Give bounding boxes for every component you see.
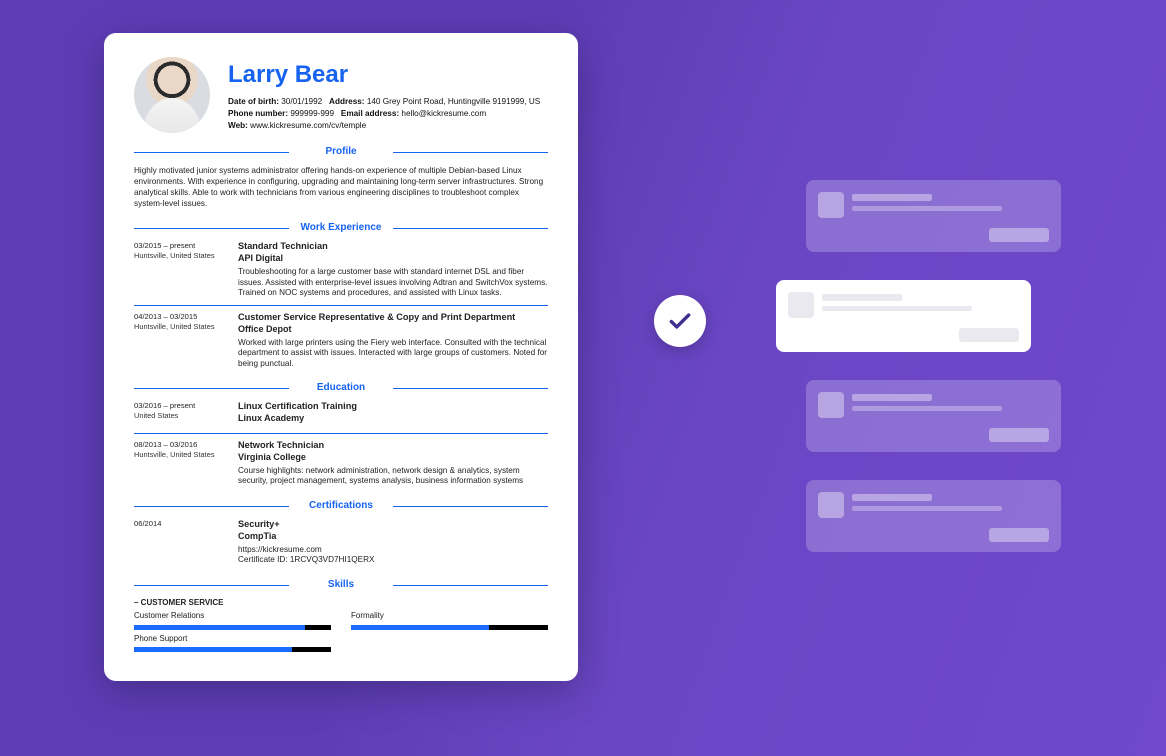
entry-company: API Digital <box>238 253 548 265</box>
entry-desc: Course highlights: network administratio… <box>238 466 548 487</box>
entry-title: Linux Certification Training <box>238 401 548 413</box>
entry-dates: 06/2014 <box>134 519 226 529</box>
entry-company: Office Depot <box>238 324 548 336</box>
selection-check-badge <box>654 295 706 347</box>
entry-location: Huntsville, United States <box>134 322 226 332</box>
entry-row: 06/2014 Security+CompTia https://kickresum… <box>134 519 548 566</box>
skill-item: Formality <box>351 611 548 629</box>
entry-company: CompTia <box>238 531 548 543</box>
entry-location: United States <box>134 411 226 421</box>
candidate-card[interactable] <box>806 380 1061 452</box>
section-profile: Profile <box>134 145 548 158</box>
entry-desc: https://kickresume.com <box>238 545 548 556</box>
entry-extra: Certificate ID: 1RCVQ3VD7HI1QERX <box>238 555 548 566</box>
candidate-card[interactable] <box>806 480 1061 552</box>
skill-bar <box>351 625 548 630</box>
skill-item: Customer Relations <box>134 611 331 629</box>
entry-location: Huntsville, United States <box>134 450 226 460</box>
section-certs: Certifications <box>134 499 548 512</box>
skill-bar <box>134 647 331 652</box>
entry-row: 08/2013 – 03/2016Huntsville, United Stat… <box>134 440 548 487</box>
entry-row: 03/2015 – presentHuntsville, United Stat… <box>134 241 548 299</box>
entry-company: Linux Academy <box>238 413 548 425</box>
skill-label: Formality <box>351 611 548 621</box>
resume-document: Larry Bear Date of birth: 30/01/1992 Add… <box>104 33 578 681</box>
entry-dates: 08/2013 – 03/2016 <box>134 440 226 450</box>
contact-info: Date of birth: 30/01/1992 Address: 140 G… <box>228 96 548 132</box>
entry-title: Network Technician <box>238 440 548 452</box>
profile-photo <box>134 57 210 133</box>
check-icon <box>667 308 693 334</box>
section-work: Work Experience <box>134 221 548 234</box>
entry-title: Customer Service Representative & Copy a… <box>238 312 548 324</box>
entry-location: Huntsville, United States <box>134 251 226 261</box>
candidate-name: Larry Bear <box>228 59 548 90</box>
entry-row: 03/2016 – presentUnited States Linux Cert… <box>134 401 548 427</box>
section-education: Education <box>134 381 548 394</box>
candidate-cards-list <box>806 180 1061 552</box>
entry-dates: 04/2013 – 03/2015 <box>134 312 226 322</box>
candidate-card[interactable] <box>806 180 1061 252</box>
profile-text: Highly motivated junior systems administ… <box>134 165 548 209</box>
skill-item: Phone Support <box>134 634 331 652</box>
entry-company: Virginia College <box>238 452 548 464</box>
entry-title: Security+ <box>238 519 548 531</box>
entry-desc: Worked with large printers using the Fie… <box>238 338 548 370</box>
skill-label: Customer Relations <box>134 611 331 621</box>
candidate-card-selected[interactable] <box>776 280 1031 352</box>
entry-desc: Troubleshooting for a large customer bas… <box>238 267 548 299</box>
entry-dates: 03/2016 – present <box>134 401 226 411</box>
section-skills: Skills <box>134 578 548 591</box>
entry-title: Standard Technician <box>238 241 548 253</box>
skills-category: – CUSTOMER SERVICE <box>134 598 548 608</box>
entry-row: 04/2013 – 03/2015Huntsville, United Stat… <box>134 312 548 370</box>
skill-label: Phone Support <box>134 634 331 644</box>
entry-dates: 03/2015 – present <box>134 241 226 251</box>
skill-bar <box>134 625 331 630</box>
